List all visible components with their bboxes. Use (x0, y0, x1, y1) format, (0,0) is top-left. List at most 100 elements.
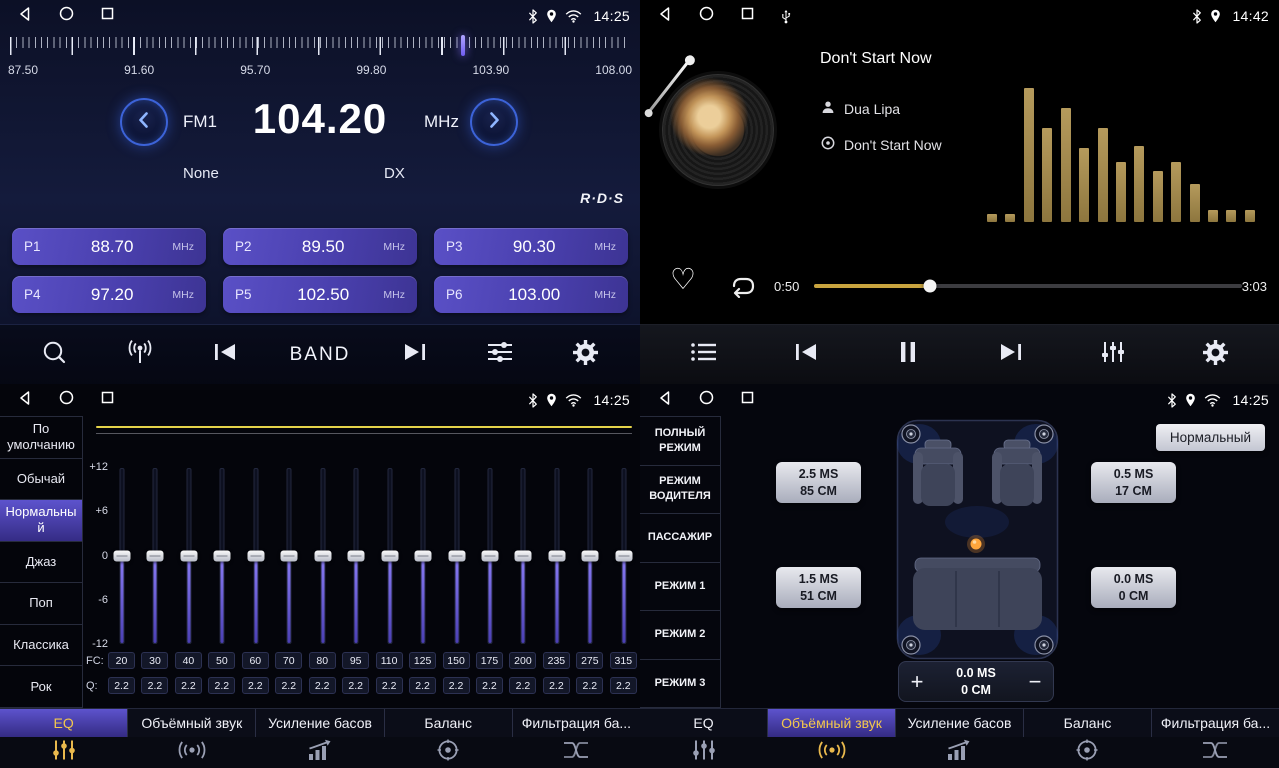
eq-slider-thumb[interactable] (415, 551, 432, 562)
eq-slider-thumb[interactable] (180, 551, 197, 562)
next-track-button[interactable] (990, 333, 1032, 377)
eq-slider-thumb[interactable] (348, 551, 365, 562)
eq-band-slider-1[interactable] (112, 468, 132, 644)
eq-fc-value[interactable]: 20 (108, 652, 135, 669)
eq-q-value[interactable]: 2.2 (376, 677, 403, 694)
eq-fc-value[interactable]: 315 (610, 652, 637, 669)
back-button[interactable] (17, 6, 32, 27)
eq-q-value[interactable]: 2.2 (108, 677, 135, 694)
mixer-button[interactable] (1092, 333, 1134, 377)
preset-P4[interactable]: P4 97.20 MHz (12, 276, 206, 313)
eq-band-slider-9[interactable] (380, 468, 400, 644)
eq-band-slider-8[interactable] (346, 468, 366, 644)
preset-P2[interactable]: P2 89.50 MHz (223, 228, 417, 265)
preset-P1[interactable]: P1 88.70 MHz (12, 228, 206, 265)
eq-q-value[interactable]: 2.2 (543, 677, 570, 694)
tuning-broadcast-button[interactable] (119, 333, 161, 377)
preset-P5[interactable]: P5 102.50 MHz (223, 276, 417, 313)
audio-tab-icon-cell-4[interactable] (512, 737, 640, 768)
home-button[interactable] (59, 6, 74, 26)
eq-q-value[interactable]: 2.2 (476, 677, 503, 694)
eq-fc-value[interactable]: 200 (509, 652, 536, 669)
eq-preset-item-1[interactable]: Обычай (0, 459, 82, 501)
eq-slider-thumb[interactable] (114, 551, 131, 562)
eq-fc-value[interactable]: 70 (275, 652, 302, 669)
settings-button[interactable] (1195, 333, 1237, 377)
recents-button[interactable] (101, 391, 114, 409)
eq-q-value[interactable]: 2.2 (342, 677, 369, 694)
eq-q-value[interactable]: 2.2 (610, 677, 637, 694)
preset-P3[interactable]: P3 90.30 MHz (434, 228, 628, 265)
eq-preset-item-3[interactable]: Джаз (0, 542, 82, 584)
eq-q-value[interactable]: 2.2 (208, 677, 235, 694)
eq-fc-value[interactable]: 150 (443, 652, 470, 669)
audio-tab-icon-cell-1[interactable] (768, 737, 896, 768)
audio-tab-icon-cell-1[interactable] (128, 737, 256, 768)
eq-band-slider-7[interactable] (313, 468, 333, 644)
eq-band-slider-11[interactable] (447, 468, 467, 644)
favorite-button[interactable]: ♡ (670, 266, 696, 295)
eq-q-value[interactable]: 2.2 (242, 677, 269, 694)
audio-tab-1[interactable]: Объёмный звук (128, 709, 256, 737)
eq-band-slider-5[interactable] (246, 468, 266, 644)
back-button[interactable] (657, 390, 672, 411)
eq-band-slider-4[interactable] (212, 468, 232, 644)
eq-preset-item-4[interactable]: Поп (0, 583, 82, 625)
home-button[interactable] (59, 390, 74, 410)
sound-mode-item-3[interactable]: РЕЖИМ 1 (640, 563, 720, 612)
eq-fc-value[interactable]: 30 (141, 652, 168, 669)
audio-tab-icon-cell-4[interactable] (1151, 737, 1279, 768)
eq-slider-thumb[interactable] (481, 551, 498, 562)
eq-q-value[interactable]: 2.2 (175, 677, 202, 694)
tune-up-button[interactable] (470, 98, 518, 146)
audio-tab-0[interactable]: EQ (0, 709, 128, 737)
seek-bar[interactable] (814, 284, 1242, 288)
audio-tab-icon-cell-3[interactable] (384, 737, 512, 768)
audio-tab-4[interactable]: Фильтрация ба... (1152, 709, 1279, 737)
eq-band-slider-10[interactable] (413, 468, 433, 644)
eq-preset-item-2[interactable]: Нормальный (0, 500, 82, 542)
eq-band-slider-2[interactable] (145, 468, 165, 644)
eq-fc-value[interactable]: 50 (208, 652, 235, 669)
sound-mode-item-2[interactable]: ПАССАЖИР (640, 514, 720, 563)
eq-band-slider-12[interactable] (480, 468, 500, 644)
recents-button[interactable] (741, 7, 754, 25)
eq-slider-thumb[interactable] (147, 551, 164, 562)
sound-mode-item-0[interactable]: ПОЛНЫЙ РЕЖИМ (640, 417, 720, 466)
settings-button[interactable] (564, 333, 606, 377)
audio-tab-icon-cell-0[interactable] (640, 737, 768, 768)
band-button[interactable]: BAND (290, 333, 351, 377)
home-button[interactable] (699, 390, 714, 410)
eq-preset-item-0[interactable]: По умолчанию (0, 417, 82, 459)
decrease-delay-button[interactable]: − (1017, 671, 1053, 693)
eq-preset-item-6[interactable]: Рок (0, 666, 82, 708)
eq-slider-thumb[interactable] (615, 551, 632, 562)
eq-slider-thumb[interactable] (515, 551, 532, 562)
sound-mode-item-4[interactable]: РЕЖИМ 2 (640, 611, 720, 660)
delay-front-left-button[interactable]: 2.5 MS 85 CM (776, 462, 861, 503)
audio-tab-icon-cell-3[interactable] (1023, 737, 1151, 768)
next-station-button[interactable] (394, 333, 436, 377)
audio-tab-1[interactable]: Объёмный звук (768, 709, 896, 737)
recents-button[interactable] (741, 391, 754, 409)
eq-slider-thumb[interactable] (214, 551, 231, 562)
eq-fc-value[interactable]: 95 (342, 652, 369, 669)
eq-q-value[interactable]: 2.2 (141, 677, 168, 694)
eq-slider-thumb[interactable] (381, 551, 398, 562)
eq-q-value[interactable]: 2.2 (443, 677, 470, 694)
eq-slider-thumb[interactable] (281, 551, 298, 562)
audio-tab-3[interactable]: Баланс (1024, 709, 1152, 737)
eq-fc-value[interactable]: 175 (476, 652, 503, 669)
scan-button[interactable] (34, 333, 76, 377)
audio-tab-icon-cell-0[interactable] (0, 737, 128, 768)
delay-front-right-button[interactable]: 0.5 MS 17 CM (1091, 462, 1176, 503)
eq-preset-item-5[interactable]: Классика (0, 625, 82, 667)
back-button[interactable] (657, 6, 672, 27)
repeat-button[interactable] (726, 274, 756, 303)
back-button[interactable] (17, 390, 32, 411)
eq-fc-value[interactable]: 40 (175, 652, 202, 669)
eq-q-value[interactable]: 2.2 (409, 677, 436, 694)
home-button[interactable] (699, 6, 714, 26)
eq-q-value[interactable]: 2.2 (576, 677, 603, 694)
tune-down-button[interactable] (120, 98, 168, 146)
